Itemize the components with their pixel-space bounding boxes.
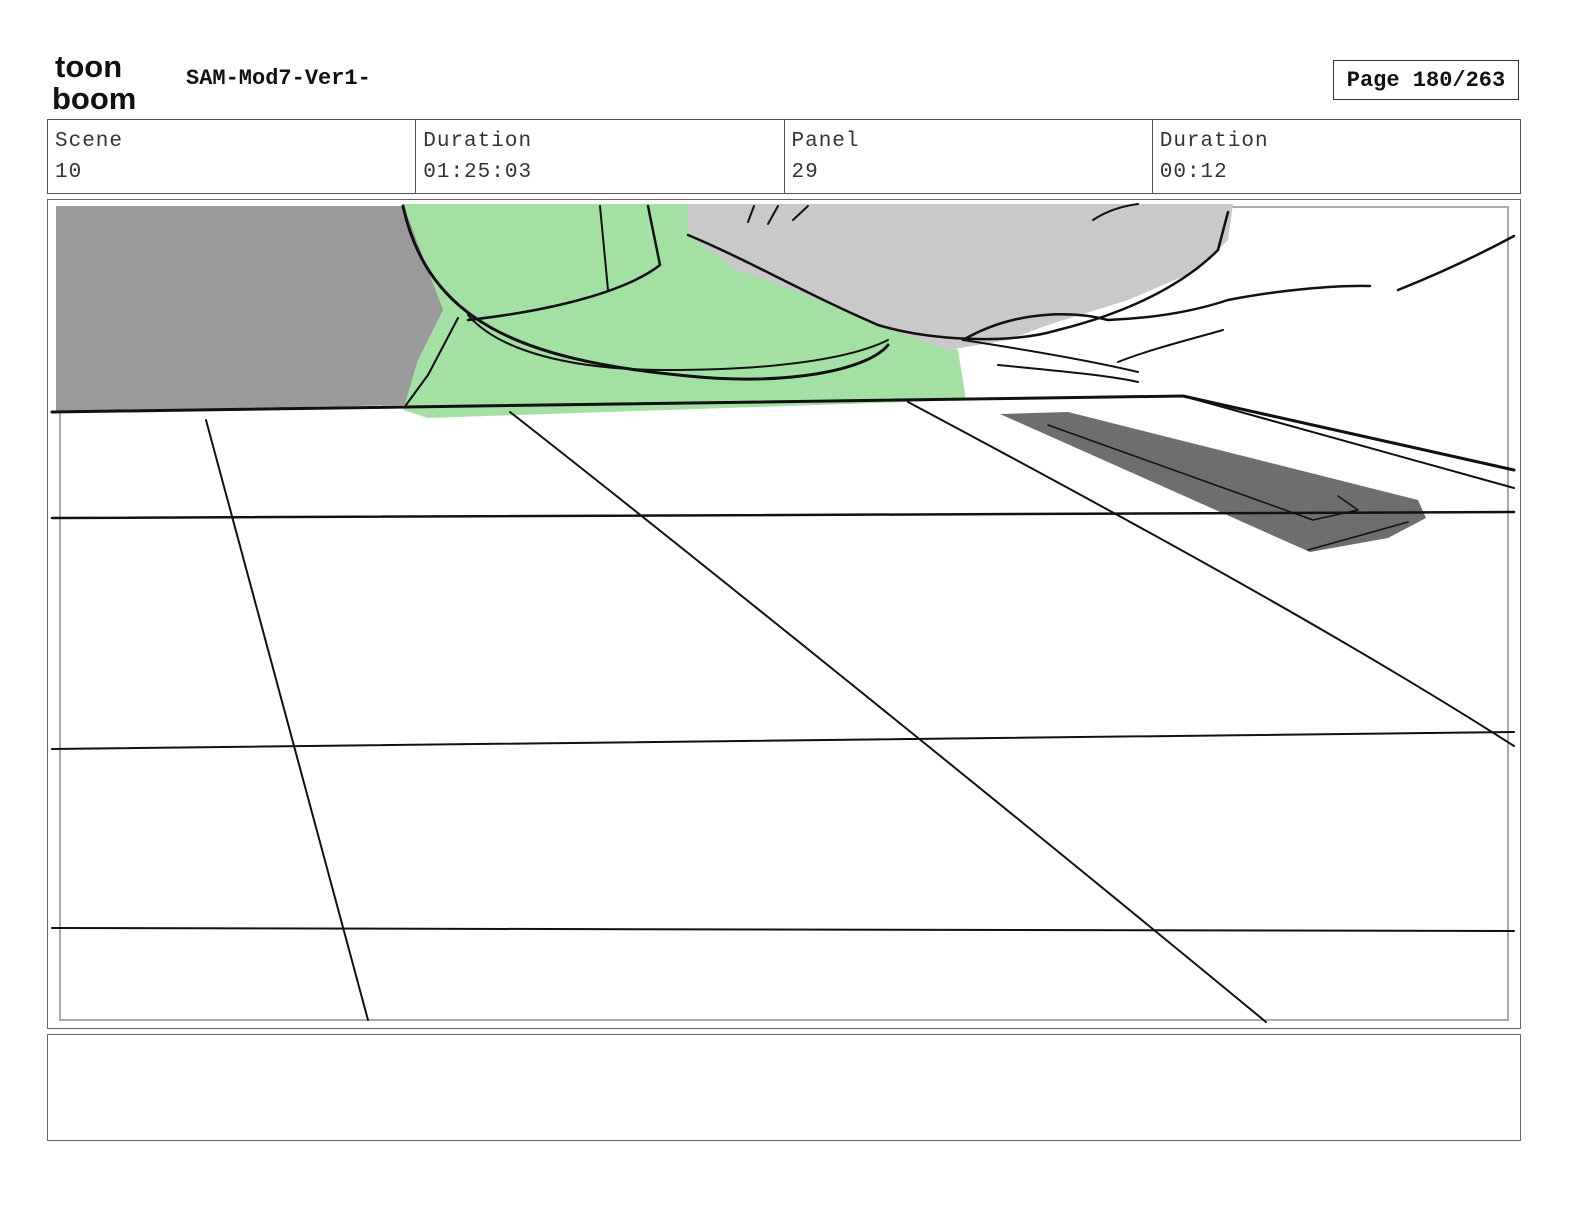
scene-label: Scene (55, 130, 124, 153)
page-number: Page 180/263 (1333, 60, 1519, 100)
panel-notes-box (47, 1034, 1521, 1141)
panel-cell: Panel 29 (785, 120, 1153, 193)
floor-vent-shape (1000, 412, 1426, 552)
scene-cell: Scene 10 (48, 120, 417, 193)
storyboard-sketch-floor-tiles (50, 203, 1516, 1023)
wall-shape (56, 206, 448, 412)
logo-top-text: toon (55, 50, 122, 84)
scene-value: 10 (55, 161, 83, 184)
panel-duration-value: 00:12 (1159, 161, 1228, 184)
storyboard-panel (47, 199, 1521, 1029)
panel-label: Panel (791, 130, 860, 153)
scene-duration-cell: Duration 01:25:03 (416, 120, 785, 193)
logo-bottom-text: boom (52, 81, 136, 112)
scene-duration-value: 01:25:03 (423, 161, 533, 184)
panel-duration-label: Duration (1159, 130, 1269, 153)
panel-duration-cell: Duration 00:12 (1153, 120, 1520, 193)
panel-value: 29 (791, 161, 819, 184)
scene-duration-label: Duration (423, 130, 533, 153)
scene-info-row: Scene 10 Duration 01:25:03 Panel 29 Dura… (47, 119, 1521, 194)
project-title: SAM-Mod7-Ver1- (186, 66, 371, 91)
toon-boom-logo-icon: toon boom (52, 50, 136, 112)
